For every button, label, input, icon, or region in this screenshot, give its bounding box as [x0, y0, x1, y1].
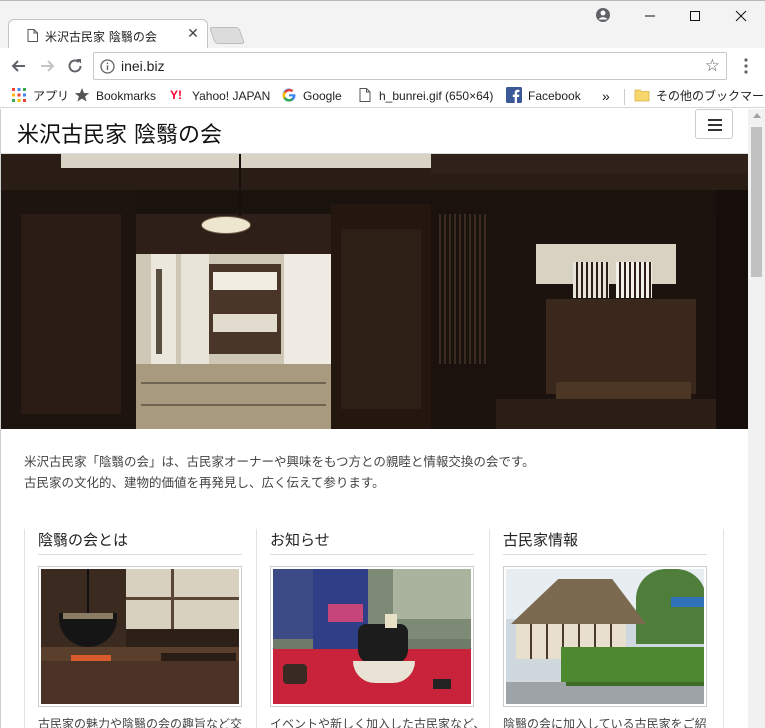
hamburger-menu-icon[interactable]	[695, 109, 733, 139]
browser-toolbar: inei.biz ☆	[0, 48, 765, 84]
tab-close-icon[interactable]: ✕	[185, 26, 201, 42]
bookmark-separator	[624, 89, 625, 105]
bookmark-google[interactable]: Google	[281, 87, 342, 105]
column-excerpt: イベントや新しく加入した古民家など、新	[270, 717, 480, 728]
other-bookmarks-folder[interactable]: その他のブックマーク	[634, 87, 765, 105]
browser-titlebar: 米沢古民家 陰翳の会 ✕	[0, 0, 765, 50]
document-icon	[359, 88, 371, 102]
bookmark-label: Google	[303, 89, 342, 103]
column-heading[interactable]: お知らせ	[270, 529, 330, 555]
google-icon	[282, 88, 296, 102]
info-icon[interactable]	[100, 59, 115, 74]
browser-tab[interactable]: 米沢古民家 陰翳の会 ✕	[8, 19, 208, 50]
forward-icon[interactable]	[37, 56, 57, 76]
document-icon	[27, 29, 38, 42]
column-heading[interactable]: 陰翳の会とは	[38, 529, 129, 555]
column-about: 陰翳の会とは 古民家の魅力や陰翳の会の趣旨など交	[24, 529, 256, 728]
heading-rule	[503, 554, 707, 555]
column-kominka-info: 古民家情報 陰翳の会に加入している古民家をご紹	[489, 529, 721, 728]
bookmark-label: Yahoo! JAPAN	[192, 89, 271, 103]
column-thumbnail[interactable]	[38, 566, 242, 707]
site-header: 米沢古民家 陰翳の会	[1, 109, 749, 154]
back-icon[interactable]	[9, 56, 29, 76]
column-excerpt: 陰翳の会に加入している古民家をご紹	[503, 717, 707, 728]
url-text[interactable]: inei.biz	[121, 58, 165, 74]
bookmark-apps[interactable]: アプリ	[11, 87, 69, 105]
reload-icon[interactable]	[65, 56, 85, 76]
bookmark-yahoo[interactable]: Y! Yahoo! JAPAN	[170, 87, 270, 105]
intro-line-1: 米沢古民家「陰翳の会」は、古民家オーナーや興味をもつ方との親睦と情報交換の会です…	[24, 454, 535, 469]
close-window-icon[interactable]	[729, 5, 753, 27]
page-viewport: 米沢古民家 陰翳の会 米沢古民家「陰翳の会」は、古民家オーナーや興味をもつ方との…	[0, 109, 765, 728]
column-thumbnail[interactable]	[270, 566, 474, 707]
bookmark-bookmarks[interactable]: Bookmarks	[74, 87, 156, 105]
apps-grid-icon	[12, 88, 26, 102]
bookmark-label: その他のブックマーク	[656, 89, 765, 103]
bookmarks-bar: アプリ Bookmarks Y! Yahoo! JAPAN Google h_b…	[0, 84, 765, 108]
heading-rule	[270, 554, 474, 555]
column-news: お知らせ イベントや新しく加入した古民家など、新	[256, 529, 488, 728]
maximize-icon[interactable]	[683, 5, 707, 27]
yahoo-icon: Y!	[170, 88, 182, 102]
bookmark-h-bunrei[interactable]: h_bunrei.gif (650×64)	[357, 87, 493, 105]
bookmark-label: Bookmarks	[96, 89, 157, 103]
page-scrollbar[interactable]	[748, 109, 765, 728]
svg-text:Y!: Y!	[170, 88, 182, 102]
column-thumbnail[interactable]	[503, 566, 707, 707]
bookmark-label: アプリ	[33, 89, 70, 103]
new-tab-button[interactable]	[208, 27, 246, 44]
minimize-icon[interactable]	[638, 5, 662, 27]
hero-image	[1, 154, 749, 429]
bookmark-label: Facebook	[528, 89, 581, 103]
star-icon	[74, 88, 90, 102]
bookmark-facebook[interactable]: Facebook	[506, 87, 581, 105]
facebook-icon	[506, 87, 522, 103]
browser-menu-icon[interactable]	[738, 56, 754, 76]
address-bar[interactable]: inei.biz ☆	[93, 52, 727, 80]
column-heading[interactable]: 古民家情報	[503, 529, 579, 555]
site-title[interactable]: 米沢古民家 陰翳の会	[17, 117, 222, 149]
column-excerpt: 古民家の魅力や陰翳の会の趣旨など交	[38, 717, 243, 728]
scrollbar-thumb[interactable]	[751, 127, 762, 277]
profile-icon[interactable]	[594, 6, 612, 24]
folder-icon	[634, 89, 650, 102]
intro-text: 米沢古民家「陰翳の会」は、古民家オーナーや興味をもつ方との親睦と情報交換の会です…	[24, 451, 535, 493]
bookmark-label: h_bunrei.gif (650×64)	[379, 89, 494, 103]
bookmark-star-icon[interactable]: ☆	[705, 57, 720, 75]
scroll-up-icon[interactable]	[753, 113, 761, 118]
heading-rule	[38, 554, 242, 555]
intro-line-2: 古民家の文化的、建物的価値を再発見し、広く伝えて参ります。	[24, 475, 385, 490]
tab-title: 米沢古民家 陰翳の会	[45, 30, 157, 44]
more-bookmarks-chevron-icon[interactable]: »	[602, 87, 610, 105]
column-divider	[723, 529, 724, 728]
